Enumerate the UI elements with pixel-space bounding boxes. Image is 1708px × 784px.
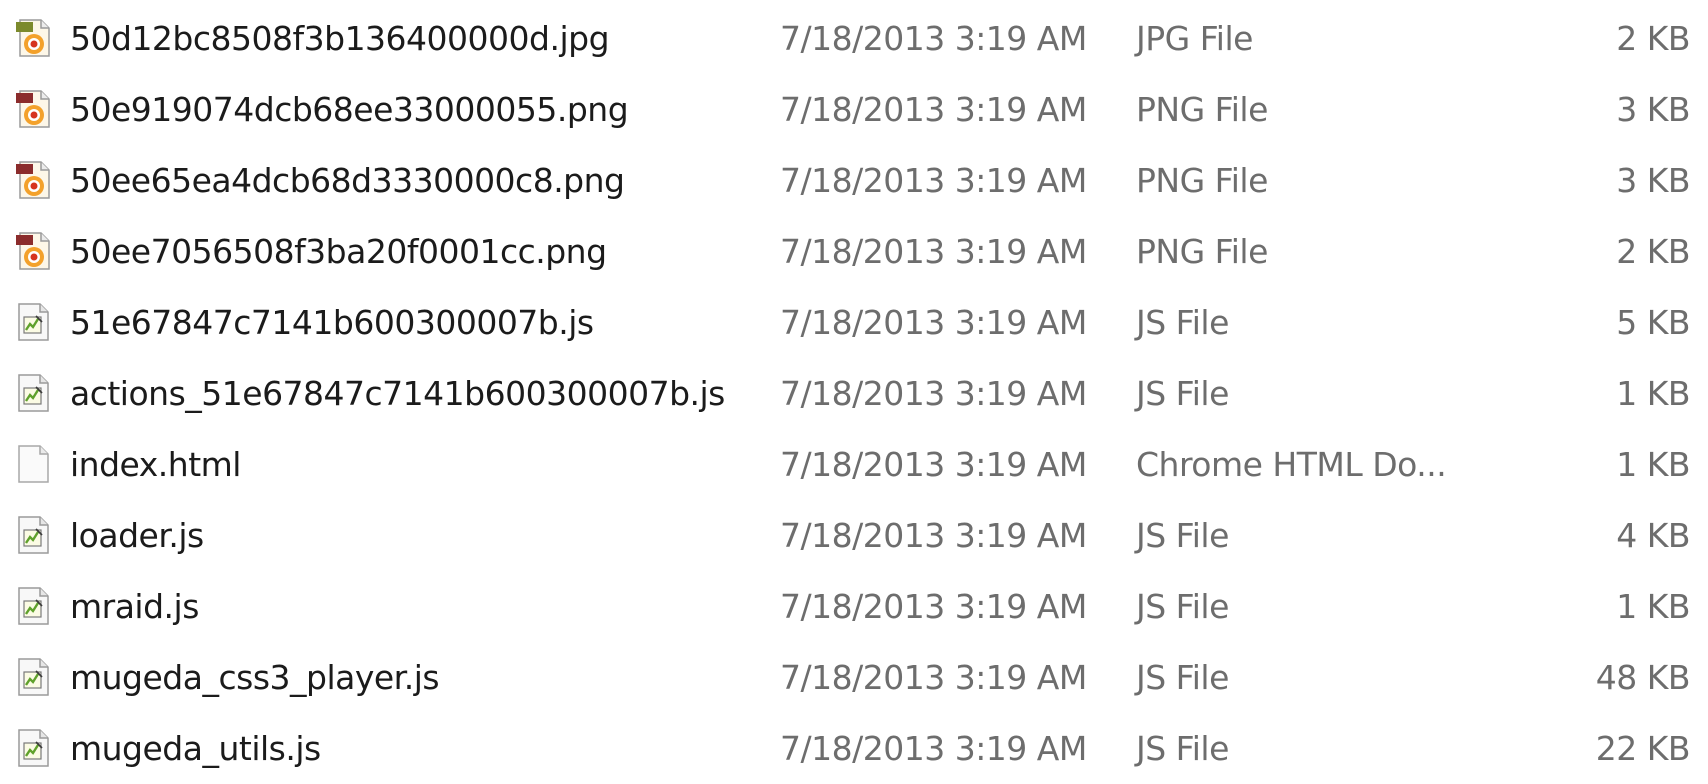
file-name[interactable]: mugeda_utils.js [70, 713, 321, 784]
file-type: JS File [1136, 374, 1229, 413]
file-name[interactable]: 50ee65ea4dcb68d3330000c8.png [70, 145, 625, 216]
file-name[interactable]: loader.js [70, 500, 204, 571]
file-row[interactable]: mraid.js 7/18/2013 3:19 AM JS File 1 KB [0, 571, 1708, 642]
jpg-file-icon [13, 18, 53, 58]
file-size: 1 KB [1616, 445, 1690, 484]
html-file-icon [13, 444, 53, 484]
file-type: PNG File [1136, 232, 1268, 271]
file-type: JS File [1136, 303, 1229, 342]
file-date-modified: 7/18/2013 3:19 AM [780, 374, 1087, 413]
png-file-icon [13, 231, 53, 271]
file-type: JS File [1136, 516, 1229, 555]
file-date-modified: 7/18/2013 3:19 AM [780, 303, 1087, 342]
file-row[interactable]: actions_51e67847c7141b600300007b.js 7/18… [0, 358, 1708, 429]
file-type: JPG File [1136, 19, 1253, 58]
file-row[interactable]: 50d12bc8508f3b136400000d.jpg 7/18/2013 3… [0, 3, 1708, 74]
file-name[interactable]: 50d12bc8508f3b136400000d.jpg [70, 3, 610, 74]
file-name[interactable]: mraid.js [70, 571, 199, 642]
file-size: 2 KB [1616, 19, 1690, 58]
file-date-modified: 7/18/2013 3:19 AM [780, 445, 1087, 484]
file-date-modified: 7/18/2013 3:19 AM [780, 516, 1087, 555]
js-file-icon [13, 302, 53, 342]
js-file-icon [13, 373, 53, 413]
file-row[interactable]: mugeda_utils.js 7/18/2013 3:19 AM JS Fil… [0, 713, 1708, 784]
file-list: 50d12bc8508f3b136400000d.jpg 7/18/2013 3… [0, 0, 1708, 769]
file-name[interactable]: actions_51e67847c7141b600300007b.js [70, 358, 725, 429]
file-type: JS File [1136, 729, 1229, 768]
file-type: Chrome HTML Do... [1136, 445, 1447, 484]
file-name[interactable]: 50ee7056508f3ba20f0001cc.png [70, 216, 607, 287]
file-type: JS File [1136, 587, 1229, 626]
png-file-icon [13, 89, 53, 129]
file-type: JS File [1136, 658, 1229, 697]
file-row[interactable]: 50ee7056508f3ba20f0001cc.png 7/18/2013 3… [0, 216, 1708, 287]
js-file-icon [13, 515, 53, 555]
file-size: 1 KB [1616, 587, 1690, 626]
file-row[interactable]: 50e919074dcb68ee33000055.png 7/18/2013 3… [0, 74, 1708, 145]
file-name[interactable]: 50e919074dcb68ee33000055.png [70, 74, 629, 145]
file-size: 48 KB [1595, 658, 1691, 697]
js-file-icon [13, 657, 53, 697]
file-date-modified: 7/18/2013 3:19 AM [780, 90, 1087, 129]
file-type: PNG File [1136, 90, 1268, 129]
file-row[interactable]: 50ee65ea4dcb68d3330000c8.png 7/18/2013 3… [0, 145, 1708, 216]
file-date-modified: 7/18/2013 3:19 AM [780, 587, 1087, 626]
file-row[interactable]: index.html 7/18/2013 3:19 AM Chrome HTML… [0, 429, 1708, 500]
file-name[interactable]: mugeda_css3_player.js [70, 642, 440, 713]
file-size: 2 KB [1616, 232, 1690, 271]
file-size: 3 KB [1616, 161, 1690, 200]
file-name[interactable]: 51e67847c7141b600300007b.js [70, 287, 594, 358]
file-name[interactable]: index.html [70, 429, 241, 500]
file-size: 3 KB [1616, 90, 1690, 129]
js-file-icon [13, 728, 53, 768]
file-date-modified: 7/18/2013 3:19 AM [780, 161, 1087, 200]
file-size: 1 KB [1616, 374, 1690, 413]
file-row[interactable]: loader.js 7/18/2013 3:19 AM JS File 4 KB [0, 500, 1708, 571]
file-date-modified: 7/18/2013 3:19 AM [780, 729, 1087, 768]
file-size: 5 KB [1616, 303, 1690, 342]
file-date-modified: 7/18/2013 3:19 AM [780, 19, 1087, 58]
file-size: 22 KB [1595, 729, 1691, 768]
file-size: 4 KB [1616, 516, 1690, 555]
file-row[interactable]: 51e67847c7141b600300007b.js 7/18/2013 3:… [0, 287, 1708, 358]
file-date-modified: 7/18/2013 3:19 AM [780, 658, 1087, 697]
file-type: PNG File [1136, 161, 1268, 200]
file-date-modified: 7/18/2013 3:19 AM [780, 232, 1087, 271]
js-file-icon [13, 586, 53, 626]
file-row[interactable]: mugeda_css3_player.js 7/18/2013 3:19 AM … [0, 642, 1708, 713]
png-file-icon [13, 160, 53, 200]
